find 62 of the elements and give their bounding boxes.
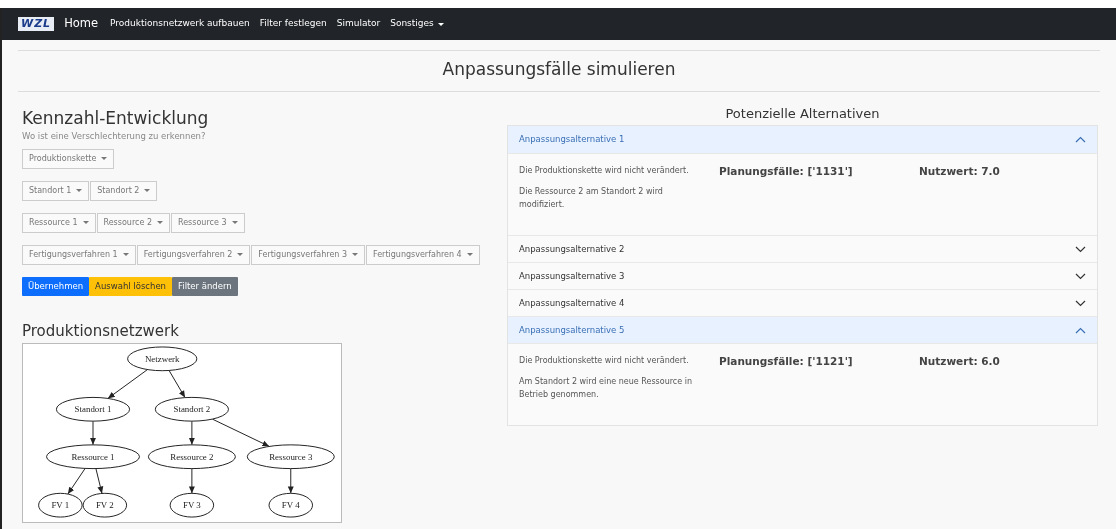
action-button[interactable]: Übernehmen	[22, 276, 90, 296]
utility-value: Nutzwert: 7.0	[919, 164, 1000, 180]
planning-cases: Planungsfälle: ['1131']	[719, 164, 854, 180]
dropdown-button[interactable]: Standort 2	[90, 180, 158, 201]
section-heading: Produktionsnetzwerk	[22, 321, 180, 340]
caret-icon	[352, 253, 358, 257]
section-heading: Potenzielle Alternativen	[724, 105, 881, 122]
chevron-icon	[1075, 245, 1086, 253]
caret-icon	[144, 189, 151, 193]
graph-node: Standort 2	[154, 396, 229, 422]
caret-icon	[82, 221, 89, 225]
caret-icon	[231, 221, 238, 225]
nav-link[interactable]: Produktionsnetzwerk aufbauen	[110, 17, 250, 31]
graph-node: FV 2	[82, 492, 128, 518]
section-heading: Kennzahl-Entwicklung	[22, 107, 210, 128]
caret-icon	[437, 22, 444, 26]
caret-icon	[76, 189, 83, 193]
chevron-icon	[1075, 299, 1086, 307]
graph-node: FV 4	[268, 492, 314, 518]
brand-logo[interactable]: WZL	[18, 17, 55, 31]
action-button[interactable]: Auswahl löschen	[89, 276, 172, 296]
body-text: Am Standort 2 wird eine neue Ressource in Betrieb genommen.	[519, 376, 693, 402]
dropdown-button[interactable]: Fertigungsverfahren 3	[251, 244, 365, 265]
dropdown-button[interactable]: Ressource 3	[171, 212, 245, 233]
action-button[interactable]: Filter ändern	[172, 276, 238, 296]
graph-node: FV 3	[169, 492, 215, 518]
dropdown-button[interactable]: Ressource 1	[22, 212, 96, 233]
graph-node: Ressource 3	[246, 444, 335, 469]
body-text: Die Produktionskette wird nicht verändert.	[519, 355, 690, 368]
accordion-header[interactable]: Anpassungsalternative 2	[508, 235, 1097, 263]
section-subtitle: Wo ist eine Verschlechterung zu erkennen?	[22, 129, 207, 143]
dropdown-button[interactable]: Standort 1	[22, 180, 90, 201]
caret-icon	[101, 157, 108, 161]
chevron-icon	[1075, 136, 1086, 144]
dropdown-button[interactable]: Fertigungsverfahren 2	[136, 244, 251, 265]
body-text: Die Ressource 2 am Standort 2 wird modifiziert.	[519, 186, 664, 212]
chevron-icon	[1075, 272, 1086, 280]
accordion-header[interactable]: Anpassungsalternative 5	[508, 316, 1097, 344]
dropdown-button[interactable]: Ressource 2	[96, 212, 170, 233]
graph-node: Ressource 1	[46, 444, 140, 469]
nav-link[interactable]: Sonstiges	[390, 17, 444, 31]
nav-link[interactable]: Home	[64, 15, 99, 33]
caret-icon	[466, 253, 473, 257]
accordion-header[interactable]: Anpassungsalternative 1	[508, 126, 1097, 154]
page-title: Anpassungsfälle simulieren	[442, 59, 676, 79]
chevron-icon	[1075, 326, 1086, 334]
graph-node: Ressource 2	[147, 444, 236, 469]
body-text: Die Produktionskette wird nicht verändert.	[519, 165, 690, 178]
nav-link[interactable]: Filter festlegen	[259, 17, 327, 31]
planning-cases: Planungsfälle: ['1121']	[719, 354, 854, 370]
caret-icon	[122, 253, 129, 257]
graph-node: Netzwerk	[127, 346, 198, 371]
dropdown-button[interactable]: Fertigungsverfahren 1	[22, 244, 136, 265]
graph-node: Standort 1	[55, 396, 131, 422]
caret-icon	[157, 221, 163, 225]
accordion-header[interactable]: Anpassungsalternative 3	[508, 262, 1097, 290]
dropdown-button[interactable]: Produktionskette	[22, 148, 115, 169]
graph-node: FV 1	[38, 492, 83, 518]
utility-value: Nutzwert: 6.0	[919, 354, 1000, 370]
dropdown-button[interactable]: Fertigungsverfahren 4	[366, 244, 480, 265]
caret-icon	[237, 253, 244, 257]
nav-link[interactable]: Simulator	[336, 17, 381, 31]
